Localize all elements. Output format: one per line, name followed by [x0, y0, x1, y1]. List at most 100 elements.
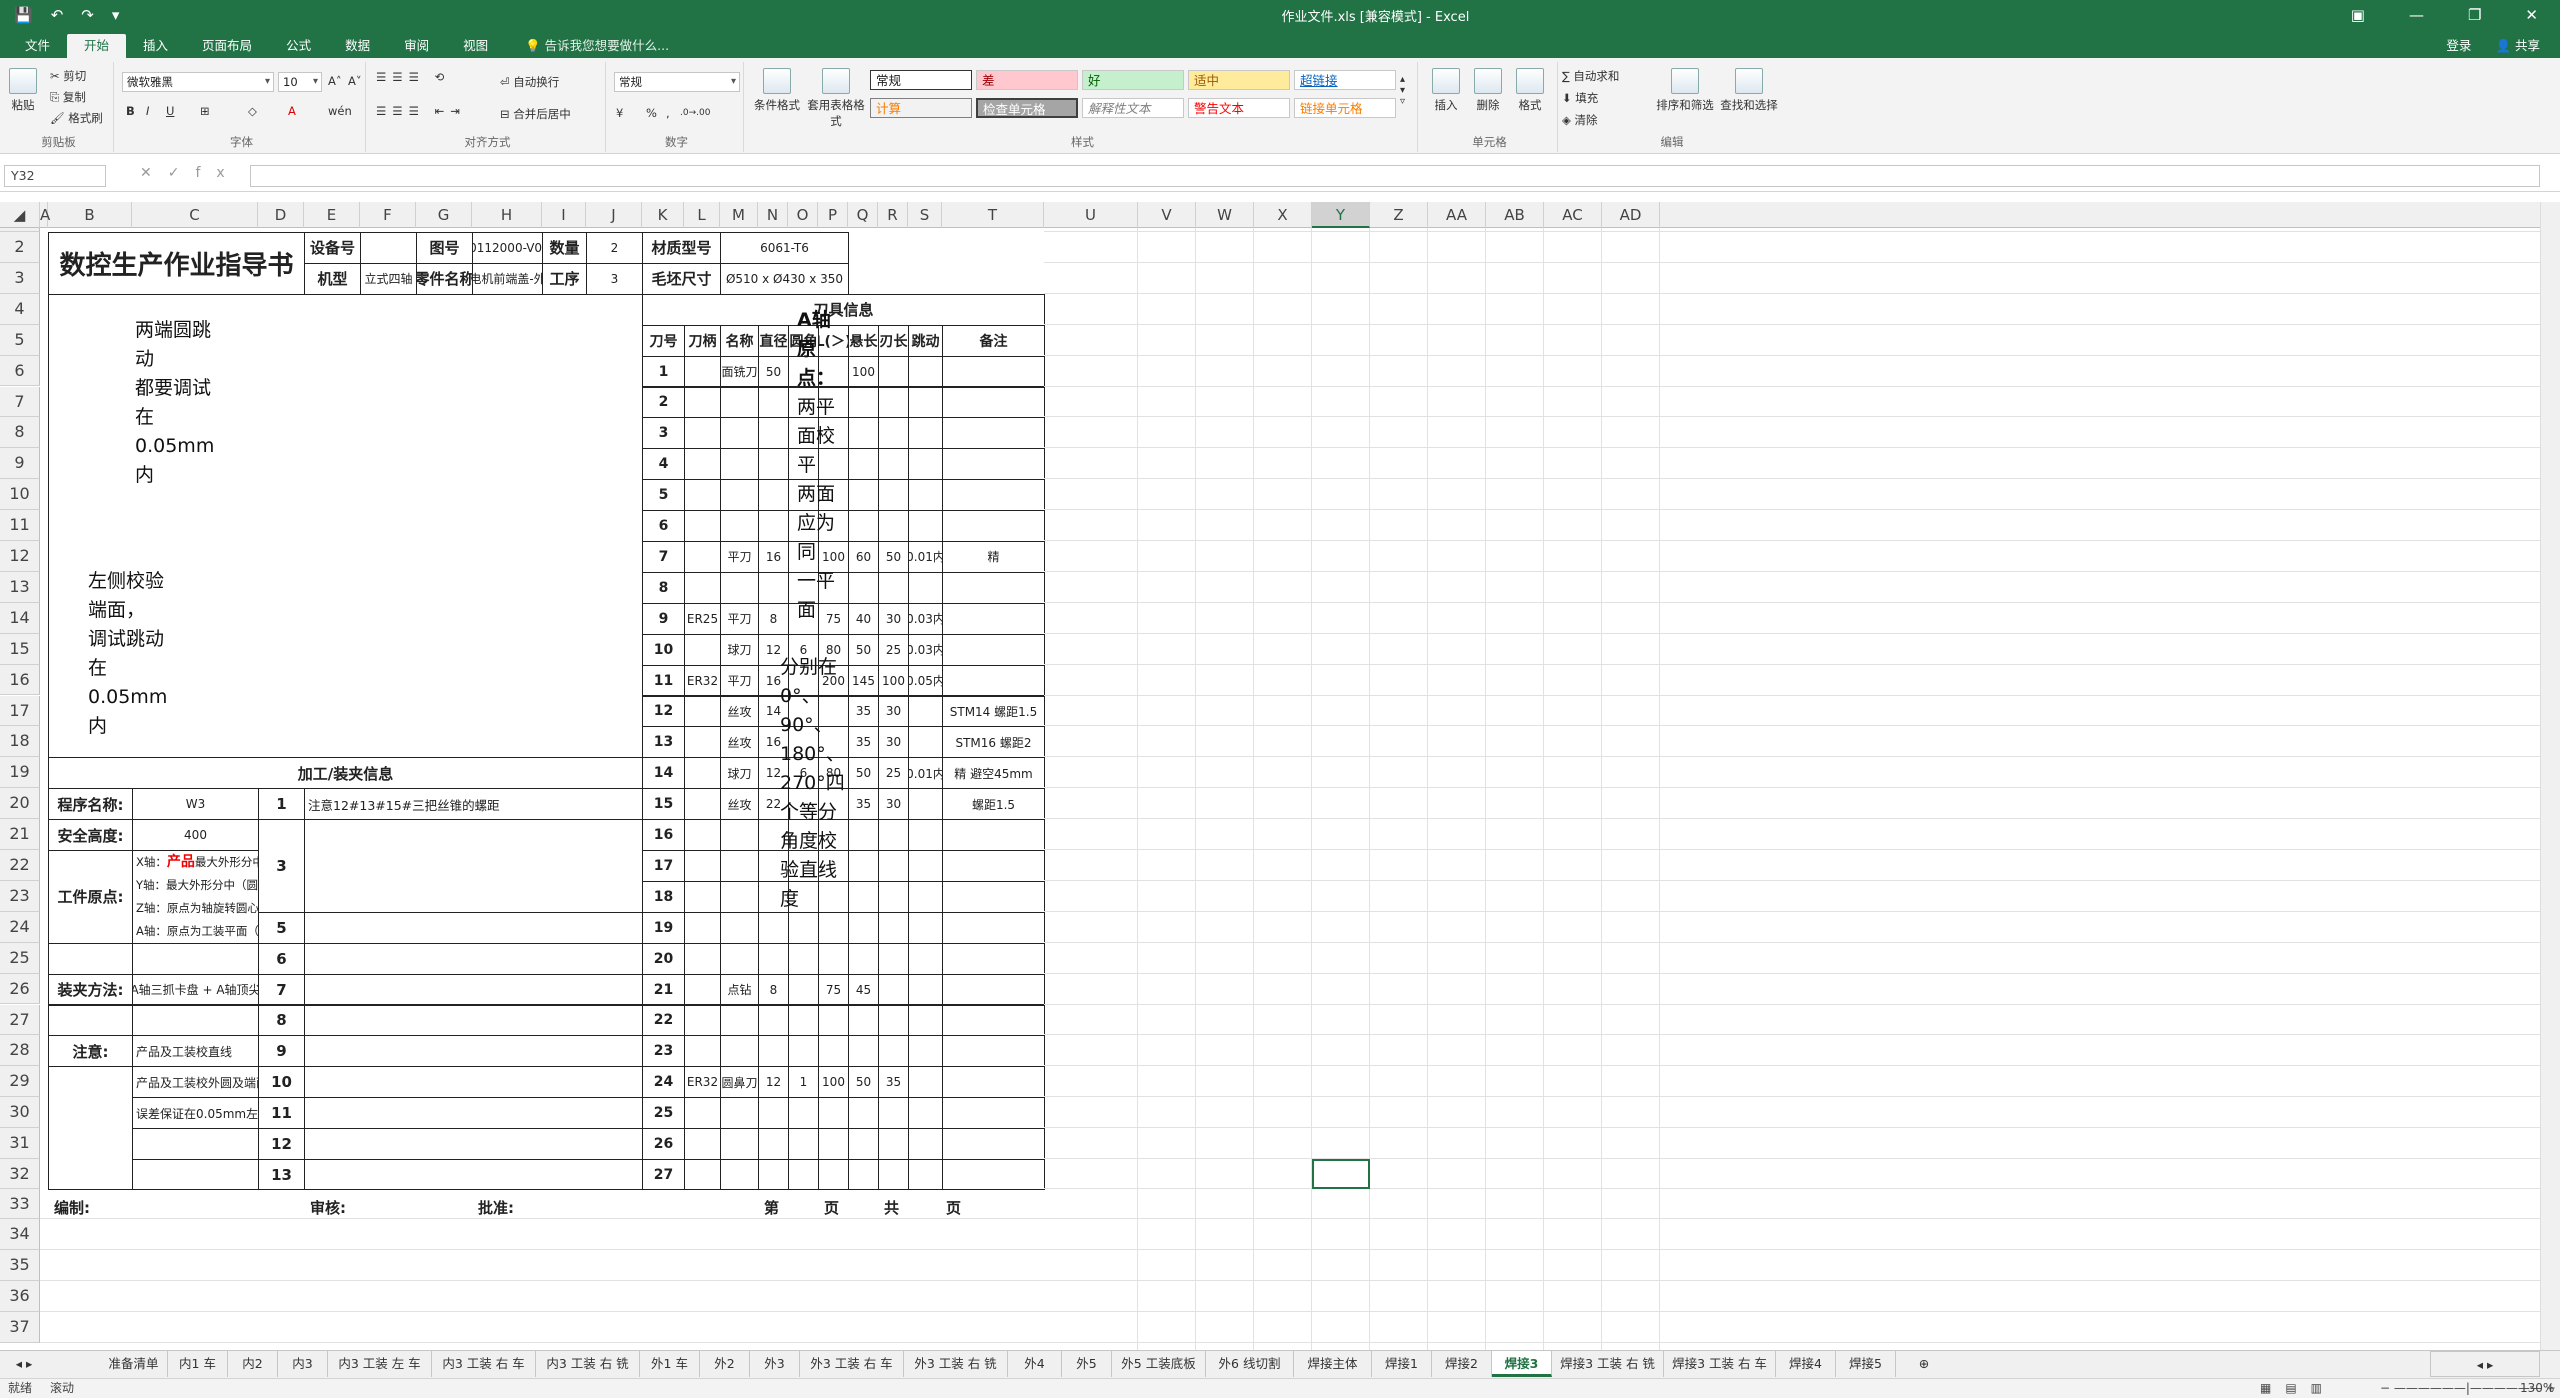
tool-cell[interactable]: ER32	[684, 1066, 721, 1099]
sort-filter-button[interactable]: 排序和筛选	[1654, 68, 1716, 113]
tool-cell[interactable]: 丝攻	[720, 695, 759, 728]
tool-number[interactable]: 17	[642, 850, 685, 882]
find-select-button[interactable]: 查找和选择	[1718, 68, 1780, 113]
style-check-cell[interactable]: 检查单元格	[976, 98, 1078, 118]
font-color-button[interactable]: A	[288, 104, 296, 118]
col-header[interactable]: M	[720, 202, 758, 228]
tool-cell[interactable]	[878, 1004, 909, 1037]
note-1[interactable]: 产品及工装校直线	[132, 1035, 259, 1068]
function-icon[interactable]: fx	[195, 165, 240, 181]
col-header[interactable]: I	[542, 202, 586, 228]
tool-cell[interactable]	[684, 1128, 721, 1160]
tool-cell[interactable]	[684, 911, 721, 944]
underline-button[interactable]: U	[166, 104, 174, 118]
sheet-tab[interactable]: 外2	[700, 1351, 750, 1377]
tool-number[interactable]: 24	[642, 1066, 685, 1099]
tool-cell[interactable]: 丝攻	[720, 726, 759, 759]
font-name-select[interactable]: 微软雅黑	[122, 72, 274, 92]
tool-cell[interactable]	[942, 1097, 1045, 1130]
col-header[interactable]: D	[258, 202, 304, 228]
tool-cell[interactable]: 25	[878, 633, 909, 666]
vertical-align-buttons[interactable]: ☰☰☰ ⟲	[376, 70, 450, 84]
sheet-tab[interactable]: 内3 工装 左 车	[328, 1351, 432, 1377]
tool-cell[interactable]: 12	[758, 1066, 789, 1099]
tool-cell[interactable]: 0.03内	[908, 602, 943, 635]
tool-cell[interactable]	[684, 448, 721, 481]
fill-button[interactable]: ⬇ 填充	[1562, 90, 1598, 106]
step-text[interactable]	[304, 1097, 643, 1130]
copy-button[interactable]: ⎘ 复制	[50, 89, 86, 105]
row-header[interactable]: 2	[0, 232, 40, 263]
tool-cell[interactable]: 0.03内	[908, 633, 943, 666]
tool-cell[interactable]	[908, 571, 943, 604]
sheet-tab[interactable]: 内3 工装 右 铣	[536, 1351, 640, 1377]
tool-cell[interactable]	[684, 479, 721, 512]
tool-number[interactable]: 1	[642, 355, 685, 388]
select-all[interactable]: ◢	[0, 202, 40, 228]
tool-cell[interactable]	[878, 386, 909, 419]
tool-cell[interactable]	[818, 1159, 849, 1190]
comma-button[interactable]: ,	[666, 106, 670, 120]
tool-cell[interactable]	[788, 911, 819, 944]
col-header[interactable]: A	[40, 202, 50, 228]
tool-cell[interactable]	[758, 1097, 789, 1130]
font-size-select[interactable]: 10	[278, 72, 322, 92]
tool-cell[interactable]	[848, 510, 879, 542]
tool-number[interactable]: 3	[642, 417, 685, 450]
style-explanatory[interactable]: 解释性文本	[1082, 98, 1184, 118]
tool-number[interactable]: 10	[642, 633, 685, 666]
tool-cell[interactable]	[942, 1066, 1045, 1099]
tool-cell[interactable]	[908, 850, 943, 882]
tool-cell[interactable]	[720, 880, 759, 913]
blank-value-cell[interactable]	[132, 1004, 259, 1037]
tool-cell[interactable]: 35	[878, 1066, 909, 1099]
ribbon-tab-3[interactable]: 页面布局	[185, 34, 269, 58]
col-header[interactable]: C	[132, 202, 258, 228]
col-header[interactable]: R	[878, 202, 908, 228]
tool-cell[interactable]	[788, 1128, 819, 1160]
col-header[interactable]: F	[360, 202, 416, 228]
machine-value[interactable]: 立式四轴	[360, 262, 417, 295]
tool-cell[interactable]	[942, 942, 1045, 975]
tool-cell[interactable]: 丝攻	[720, 788, 759, 821]
tool-cell[interactable]: 8	[758, 602, 789, 635]
grow-font-button[interactable]: A˄	[328, 74, 342, 88]
tool-cell[interactable]	[908, 1066, 943, 1099]
tool-cell[interactable]	[684, 417, 721, 450]
tool-cell[interactable]	[848, 417, 879, 450]
tool-cell[interactable]: 平刀	[720, 541, 759, 573]
tool-cell[interactable]	[878, 942, 909, 975]
row-header[interactable]: 22	[0, 850, 40, 881]
row-header[interactable]: 32	[0, 1159, 40, 1189]
sheet-nav-arrows[interactable]: ◂ ▸	[4, 1351, 44, 1377]
blank-value-cell[interactable]	[132, 1159, 259, 1190]
tool-cell[interactable]	[878, 355, 909, 388]
tool-cell[interactable]: 平刀	[720, 602, 759, 635]
tool-cell[interactable]	[878, 819, 909, 851]
row-header[interactable]: 20	[0, 788, 40, 820]
col-header[interactable]: X	[1254, 202, 1312, 228]
tool-cell[interactable]	[878, 1128, 909, 1160]
tool-number[interactable]: 23	[642, 1035, 685, 1068]
tool-cell[interactable]	[788, 1159, 819, 1190]
tool-number[interactable]: 5	[642, 479, 685, 512]
merge-center-button[interactable]: ⊟ 合并后居中	[500, 106, 571, 122]
tool-cell[interactable]	[908, 695, 943, 728]
program-value[interactable]: W3	[132, 788, 259, 821]
step-text[interactable]	[304, 1066, 643, 1099]
tool-cell[interactable]	[908, 1035, 943, 1068]
row-header[interactable]: 29	[0, 1066, 40, 1098]
tool-cell[interactable]	[684, 541, 721, 573]
tool-cell[interactable]	[942, 880, 1045, 913]
sheet-tab[interactable]: 外1 车	[640, 1351, 700, 1377]
tool-cell[interactable]: 精	[942, 541, 1045, 573]
row-header[interactable]: 6	[0, 355, 40, 387]
percent-button[interactable]: %	[646, 106, 657, 120]
col-header[interactable]: H	[472, 202, 542, 228]
step-text[interactable]	[304, 1159, 643, 1190]
maximize-button[interactable]: ❐	[2468, 6, 2481, 24]
row-header[interactable]: 18	[0, 726, 40, 758]
style-warning[interactable]: 警告文本	[1188, 98, 1290, 118]
tool-cell[interactable]	[878, 1159, 909, 1190]
step-text[interactable]	[304, 1128, 643, 1160]
